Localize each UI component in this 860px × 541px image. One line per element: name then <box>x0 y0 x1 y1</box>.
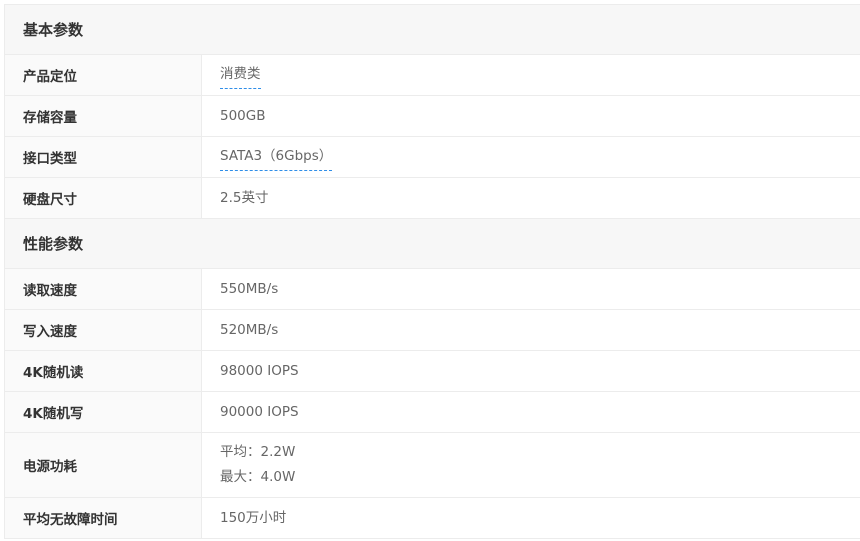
spec-value-link[interactable]: SATA3（6Gbps） <box>220 144 333 171</box>
spec-value-text: 500GB <box>220 107 266 124</box>
spec-table: 基本参数 产品定位 消费类 存储容量 500GB 接口类型 SATA3（6Gbp… <box>4 4 860 539</box>
spec-label: 硬盘尺寸 <box>5 178 202 218</box>
spec-value: 500GB <box>202 96 860 136</box>
spec-label: 4K随机写 <box>5 392 202 432</box>
spec-value-text: 90000 IOPS <box>220 403 299 420</box>
spec-label: 4K随机读 <box>5 351 202 391</box>
spec-value-link[interactable]: 消费类 <box>220 62 261 89</box>
spec-value: 90000 IOPS <box>202 392 860 432</box>
spec-value: 消费类 <box>202 55 860 95</box>
spec-label: 写入速度 <box>5 310 202 350</box>
section-header-performance: 性能参数 <box>5 219 860 269</box>
spec-value-text: 98000 IOPS <box>220 362 299 379</box>
spec-label: 电源功耗 <box>5 433 202 497</box>
spec-row-capacity: 存储容量 500GB <box>5 96 860 137</box>
spec-row-4k-random-read: 4K随机读 98000 IOPS <box>5 351 860 392</box>
spec-label: 存储容量 <box>5 96 202 136</box>
spec-row-mtbf: 平均无故障时间 150万小时 <box>5 498 860 539</box>
spec-value-text: 150万小时 <box>220 509 287 526</box>
spec-label: 产品定位 <box>5 55 202 95</box>
spec-row-form-factor: 硬盘尺寸 2.5英寸 <box>5 178 860 219</box>
spec-row-read-speed: 读取速度 550MB/s <box>5 269 860 310</box>
spec-value-text: 平均：2.2W <box>220 444 296 460</box>
spec-row-4k-random-write: 4K随机写 90000 IOPS <box>5 392 860 433</box>
spec-value-text: 2.5英寸 <box>220 189 269 206</box>
spec-row-interface: 接口类型 SATA3（6Gbps） <box>5 137 860 178</box>
spec-value: 平均：2.2W 最大：4.0W <box>202 433 860 497</box>
spec-value: 150万小时 <box>202 498 860 538</box>
spec-value-text: 550MB/s <box>220 280 279 297</box>
spec-row-product-position: 产品定位 消费类 <box>5 55 860 96</box>
spec-row-write-speed: 写入速度 520MB/s <box>5 310 860 351</box>
section-header-basic: 基本参数 <box>5 5 860 55</box>
spec-label: 读取速度 <box>5 269 202 309</box>
spec-value: 98000 IOPS <box>202 351 860 391</box>
spec-value: 2.5英寸 <box>202 178 860 218</box>
spec-value: 520MB/s <box>202 310 860 350</box>
spec-label: 平均无故障时间 <box>5 498 202 538</box>
spec-value: SATA3（6Gbps） <box>202 137 860 177</box>
spec-value-text: 520MB/s <box>220 321 279 338</box>
spec-value-text: 最大：4.0W <box>220 469 296 485</box>
spec-row-power: 电源功耗 平均：2.2W 最大：4.0W <box>5 433 860 498</box>
spec-label: 接口类型 <box>5 137 202 177</box>
spec-value: 550MB/s <box>202 269 860 309</box>
